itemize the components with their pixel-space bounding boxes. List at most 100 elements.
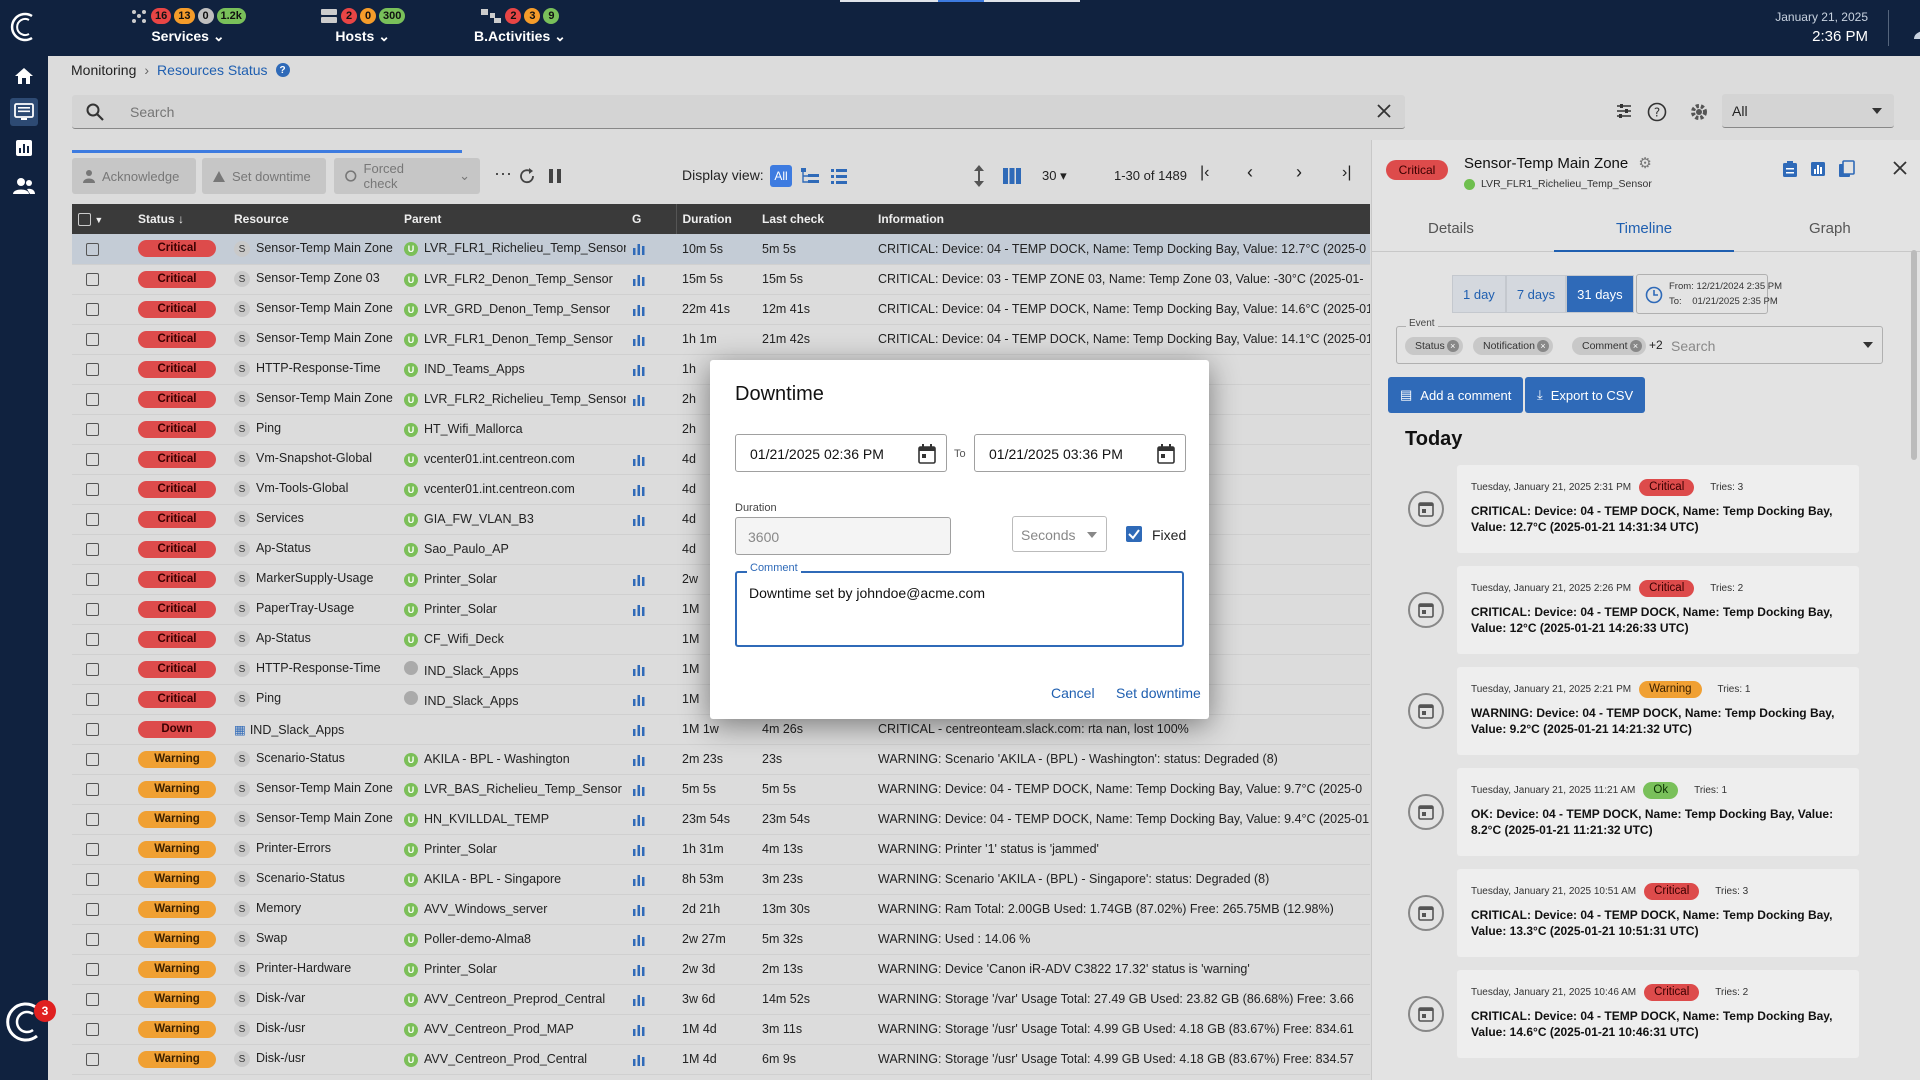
breadcrumb-resources-status[interactable]: Resources Status — [157, 62, 268, 78]
graph-icon[interactable] — [632, 992, 646, 1006]
close-icon[interactable] — [1892, 160, 1908, 176]
row-checkbox[interactable] — [86, 393, 99, 407]
row-parent[interactable]: Printer_Solar — [424, 842, 497, 856]
gear-icon[interactable] — [1689, 102, 1709, 122]
row-checkbox[interactable] — [86, 873, 99, 887]
table-row[interactable]: Warning S Disk-/usr U AVV_Centreon_Prod_Cent… — [72, 1044, 1370, 1075]
tab-timeline[interactable]: Timeline — [1616, 220, 1672, 237]
panel-resource-title[interactable]: Sensor-Temp Main Zone ⚙ — [1464, 154, 1652, 172]
duration-unit-select[interactable]: Seconds — [1012, 516, 1107, 552]
row-resource[interactable]: Sensor-Temp Main Zone — [256, 391, 393, 405]
graph-icon[interactable] — [632, 782, 646, 796]
graph-icon[interactable] — [632, 512, 646, 526]
row-checkbox[interactable] — [86, 933, 99, 947]
row-parent[interactable]: vcenter01.int.centreon.com — [424, 452, 575, 466]
row-checkbox[interactable] — [86, 573, 99, 587]
row-parent[interactable]: LVR_GRD_Denon_Temp_Sensor — [424, 302, 610, 316]
row-checkbox[interactable] — [86, 483, 99, 497]
hosts-unreachable-count[interactable]: 0 — [360, 8, 376, 24]
reporting-icon[interactable] — [10, 134, 38, 162]
timeline-event[interactable]: Tuesday, January 21, 2025 10:51 AM Critic… — [1457, 869, 1859, 957]
row-resource[interactable]: Printer-Errors — [256, 841, 331, 855]
tab-graph[interactable]: Graph — [1809, 220, 1851, 237]
row-checkbox[interactable] — [86, 273, 99, 287]
row-parent[interactable]: LVR_FLR2_Richelieu_Temp_Sensor — [424, 392, 626, 406]
user-icon[interactable] — [1913, 14, 1920, 40]
hosts-label[interactable]: Hosts — [335, 28, 374, 44]
downtime-end-field[interactable]: 01/21/2025 03:36 PM — [974, 434, 1186, 472]
row-checkbox[interactable] — [86, 242, 99, 256]
row-parent[interactable]: AVV_Centreon_Preprod_Central — [424, 992, 605, 1006]
range-31-days[interactable]: 31 days — [1566, 275, 1634, 313]
graph-icon[interactable] — [632, 392, 646, 406]
cancel-button[interactable]: Cancel — [1051, 685, 1095, 701]
refresh-icon[interactable] — [518, 167, 536, 185]
list-view-icon[interactable] — [830, 167, 848, 185]
table-row[interactable]: Warning S Disk-/usr U AVV_Centreon_Prod_MAP 1… — [72, 1014, 1370, 1045]
row-parent[interactable]: Printer_Solar — [424, 962, 497, 976]
view-all-button[interactable]: All — [770, 165, 792, 187]
row-checkbox[interactable] — [86, 993, 99, 1007]
graph-icon[interactable] — [632, 482, 646, 496]
range-7-days[interactable]: 7 days — [1505, 275, 1567, 313]
services-warning-count[interactable]: 13 — [174, 8, 195, 24]
row-checkbox[interactable] — [86, 843, 99, 857]
row-resource[interactable]: Disk-/var — [256, 991, 305, 1005]
row-parent[interactable]: GIA_FW_VLAN_B3 — [424, 512, 534, 526]
row-resource[interactable]: Disk-/usr — [256, 1021, 305, 1035]
row-resource[interactable]: MarkerSupply-Usage — [256, 571, 373, 585]
row-resource[interactable]: Vm-Tools-Global — [256, 481, 348, 495]
calendar-icon[interactable] — [1157, 444, 1175, 464]
panel-scrollbar[interactable] — [1911, 250, 1917, 460]
add-comment-button[interactable]: ▤ Add a comment — [1388, 377, 1524, 413]
users-icon[interactable] — [10, 172, 38, 200]
row-parent[interactable]: HT_Wifi_Mallorca — [424, 422, 523, 436]
services-unknown-count[interactable]: 0 — [197, 8, 214, 24]
row-resource[interactable]: Ap-Status — [256, 631, 311, 645]
next-page-icon[interactable]: › — [1296, 162, 1302, 183]
row-resource[interactable]: Memory — [256, 901, 301, 915]
event-filter[interactable]: Status × Notification × Comment × +2 Search — [1396, 326, 1883, 364]
first-page-icon[interactable]: |‹ — [1200, 164, 1209, 182]
table-row[interactable]: Warning S Memory U AVV_Windows_server 2d 21h 1… — [72, 894, 1370, 925]
table-row[interactable]: Warning S Disk-/var U AVV_Centreon_Preprod_C… — [72, 984, 1370, 1015]
row-checkbox[interactable] — [86, 813, 99, 827]
bactivities-status-group[interactable]: 2 3 9 B.Activities ⌄ — [474, 8, 566, 45]
graph-icon[interactable] — [632, 602, 646, 616]
row-checkbox[interactable] — [86, 693, 99, 707]
graph-icon[interactable] — [632, 362, 646, 376]
row-parent[interactable]: AVV_Centreon_Prod_MAP — [424, 1022, 574, 1036]
row-checkbox[interactable] — [86, 963, 99, 977]
row-checkbox[interactable] — [86, 603, 99, 617]
chip-notification[interactable]: Notification × — [1473, 337, 1553, 355]
more-actions-icon[interactable]: ⋯ — [494, 164, 512, 185]
row-parent[interactable]: IND_Slack_Apps — [424, 664, 519, 678]
row-parent[interactable]: LVR_FLR1_Richelieu_Temp_Sensor — [424, 241, 626, 255]
hosts-status-group[interactable]: 2 0 300 Hosts ⌄ — [320, 8, 406, 45]
row-checkbox[interactable] — [86, 1023, 99, 1037]
export-csv-button[interactable]: ⤓ Export to CSV — [1525, 377, 1646, 413]
columns-icon[interactable] — [1002, 167, 1022, 185]
row-resource[interactable]: Sensor-Temp Zone 03 — [256, 271, 380, 285]
filter-select[interactable]: All — [1722, 94, 1894, 128]
copy-icon[interactable] — [1838, 160, 1856, 178]
custom-range-picker[interactable]: From: 12/21/2024 2:35 PM To: 01/21/2025 … — [1636, 274, 1782, 314]
graph-icon[interactable] — [632, 722, 646, 736]
row-resource[interactable]: Ping — [256, 691, 281, 705]
graph-icon[interactable] — [632, 332, 646, 346]
bactivities-label[interactable]: B.Activities — [474, 28, 550, 44]
timeline-event[interactable]: Tuesday, January 21, 2025 2:31 PM Critica… — [1457, 465, 1859, 553]
graph-icon[interactable] — [632, 452, 646, 466]
notification-badge[interactable]: 3 — [34, 1000, 56, 1022]
graph-icon[interactable] — [632, 572, 646, 586]
row-resource[interactable]: Scenario-Status — [256, 751, 345, 765]
row-parent[interactable]: AKILA - BPL - Washington — [424, 752, 570, 766]
clipboard-icon[interactable] — [1782, 160, 1798, 178]
acknowledge-button[interactable]: Acknowledge — [72, 158, 196, 194]
column-last-check[interactable]: Last check — [756, 204, 872, 234]
row-checkbox[interactable] — [86, 513, 99, 527]
graph-icon[interactable] — [632, 302, 646, 316]
chart-icon[interactable] — [1810, 160, 1826, 178]
timeline-event[interactable]: Tuesday, January 21, 2025 11:21 AM Ok Trie… — [1457, 768, 1859, 856]
ba-critical-count[interactable]: 2 — [505, 8, 522, 24]
